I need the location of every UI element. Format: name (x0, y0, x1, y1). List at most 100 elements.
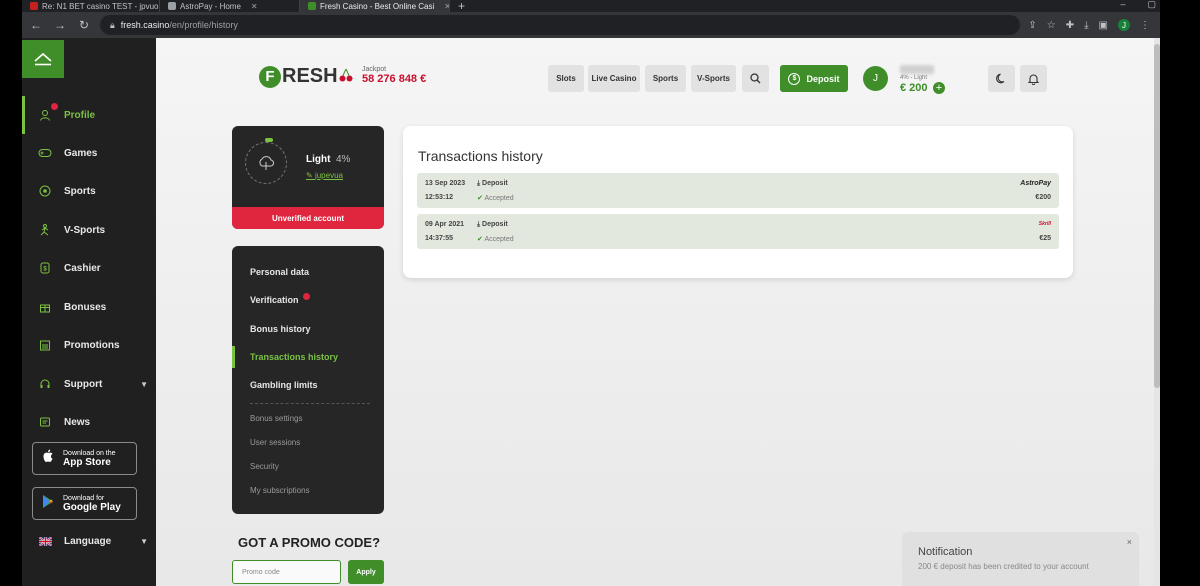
back-icon[interactable]: ← (28, 18, 44, 32)
browser-window: Re: N1 BET casino TEST - jpvuori AstroPa… (22, 0, 1160, 586)
menu-my-subscriptions[interactable]: My subscriptions (250, 486, 310, 495)
menu-verification[interactable]: Verification (232, 289, 384, 311)
sidebar-item-label: Profile (64, 109, 96, 121)
sidebar-item-label: Bonuses (64, 301, 107, 313)
sidebar-item-support[interactable]: Support ▼ (22, 365, 156, 403)
menu-divider (250, 403, 370, 404)
menu-bonus-history[interactable]: Bonus history (232, 318, 384, 340)
extensions-icon[interactable]: ✚ (1066, 20, 1074, 31)
menu-label: Personal data (250, 267, 310, 277)
google-play-small: Download for (63, 494, 105, 502)
add-funds-button[interactable]: + (933, 82, 945, 94)
ball-icon (38, 184, 52, 198)
menu-label: Bonus history (250, 324, 311, 334)
maximize-icon[interactable]: ▢ (1147, 0, 1156, 10)
close-icon[interactable]: × (1127, 537, 1132, 547)
notification-toast: Notification 200 € deposit has been cred… (902, 532, 1139, 586)
profile-avatar[interactable]: J (1118, 19, 1130, 31)
sidebar-item-label: Cashier (64, 262, 101, 274)
menu-security[interactable]: Security (250, 462, 279, 471)
menu-gambling-limits[interactable]: Gambling limits (232, 374, 384, 396)
toolbar-icons: ⇪ ☆ ✚ ⤓ ▣ J ⋮ (1028, 19, 1154, 31)
fresh-logo[interactable]: F RESH (259, 65, 353, 88)
browser-tab-fresh[interactable]: Fresh Casino - Best Online Casi ✕ (300, 0, 450, 12)
username: jupevua (314, 171, 343, 180)
download-icon[interactable]: ⤓ (1084, 20, 1088, 31)
deposit-button[interactable]: $ Deposit (780, 65, 848, 92)
close-tab-icon[interactable]: ✕ (251, 2, 258, 11)
browser-tab-gmail[interactable]: Re: N1 BET casino TEST - jpvuori (22, 0, 160, 12)
tx-amount: €25 (1039, 235, 1051, 242)
nav-vsports[interactable]: V-Sports (691, 65, 736, 92)
scrollbar[interactable] (1154, 38, 1160, 586)
promo-title: GOT A PROMO CODE? (238, 535, 381, 550)
dark-mode-icon[interactable] (988, 65, 1015, 92)
chevron-down-icon: ▼ (140, 536, 148, 546)
minimize-icon[interactable]: – (1120, 0, 1125, 10)
cherry-icon (339, 68, 353, 85)
wallet-icon: $ (38, 261, 52, 275)
address-bar: ← → ↻ 🔒︎ fresh.casino/en/profile/history… (22, 12, 1160, 38)
sidebar-item-profile[interactable]: Profile (22, 96, 156, 134)
sidebar-item-promotions[interactable]: Promotions (22, 326, 156, 364)
sidebar-item-cashier[interactable]: $ Cashier (22, 249, 156, 287)
language-selector[interactable]: Language ▼ (22, 522, 156, 560)
user-level: 4% - Light (900, 75, 928, 81)
menu-transactions-history[interactable]: Transactions history (232, 346, 384, 368)
search-icon[interactable] (742, 65, 769, 92)
page: Profile Games Sports V-Sports $ Cashier … (22, 38, 1160, 586)
scroll-thumb[interactable] (1154, 44, 1160, 388)
skrill-logo: Skrill (1038, 221, 1051, 227)
tx-status-label: Accepted (484, 236, 514, 243)
share-icon[interactable]: ⇪ (1028, 20, 1036, 31)
logo-text: RESH (282, 65, 338, 87)
username-link[interactable]: ✎ jupevua (306, 171, 343, 180)
star-icon[interactable]: ☆ (1047, 20, 1056, 31)
astropay-icon (168, 2, 176, 10)
menu-personal-data[interactable]: Personal data (232, 261, 384, 283)
browser-tab-astropay[interactable]: AstroPay - Home ✕ (160, 0, 300, 12)
google-play-big: Google Play (63, 501, 121, 513)
gamepad-icon (38, 146, 52, 160)
home-icon[interactable] (22, 40, 64, 78)
tx-date: 13 Sep 2023 (425, 180, 466, 187)
new-tab-icon[interactable]: + (450, 0, 473, 12)
table-row[interactable]: 13 Sep 2023 12:53:12 ⤓ Deposit ✔ Accepte… (417, 173, 1059, 208)
sidebar-item-games[interactable]: Games (22, 134, 156, 172)
apply-button[interactable]: Apply (348, 560, 384, 584)
menu-label: Gambling limits (250, 380, 318, 390)
table-row[interactable]: 09 Apr 2021 14:37:55 ⤓ Deposit ✔ Accepte… (417, 214, 1059, 249)
coin-icon: $ (788, 72, 801, 85)
menu-icon[interactable]: ⋮ (1140, 20, 1150, 31)
sidebar-item-vsports[interactable]: V-Sports (22, 211, 156, 249)
menu-bonus-settings[interactable]: Bonus settings (250, 414, 302, 423)
unverified-account-banner[interactable]: Unverified account (232, 207, 384, 229)
level-percent: 4% (336, 154, 351, 165)
bell-icon[interactable] (1020, 65, 1047, 92)
google-play-button[interactable]: Download for Google Play (32, 487, 137, 520)
reload-icon[interactable]: ↻ (76, 18, 92, 32)
alert-dot (302, 292, 310, 300)
sidebar-item-label: V-Sports (64, 224, 106, 236)
news-icon (38, 415, 52, 429)
promo-code-input[interactable]: Promo code (232, 560, 341, 584)
sidebar-item-label: Games (64, 147, 98, 159)
nav-slots[interactable]: Slots (548, 65, 584, 92)
tab-label: AstroPay - Home (180, 1, 241, 11)
nav-sports[interactable]: Sports (645, 65, 686, 92)
url-field[interactable]: 🔒︎ fresh.casino/en/profile/history (100, 15, 1021, 35)
level-ring (245, 142, 287, 184)
nav-live-casino[interactable]: Live Casino (588, 65, 640, 92)
page-title: Transactions history (418, 148, 543, 164)
sidepanel-icon[interactable]: ▣ (1099, 20, 1108, 31)
menu-user-sessions[interactable]: User sessions (250, 438, 300, 447)
forward-icon[interactable]: → (52, 18, 68, 32)
sidebar-item-sports[interactable]: Sports (22, 172, 156, 210)
sidebar-item-news[interactable]: News (22, 403, 156, 441)
profile-card: Light 4% ✎ jupevua Unverified account (232, 126, 384, 229)
calendar-icon (38, 338, 52, 352)
tx-type: ⤓ Deposit (477, 221, 508, 229)
user-avatar[interactable]: J (863, 66, 888, 91)
sidebar-item-bonuses[interactable]: Bonuses (22, 288, 156, 326)
app-store-button[interactable]: Download on the App Store (32, 442, 137, 475)
